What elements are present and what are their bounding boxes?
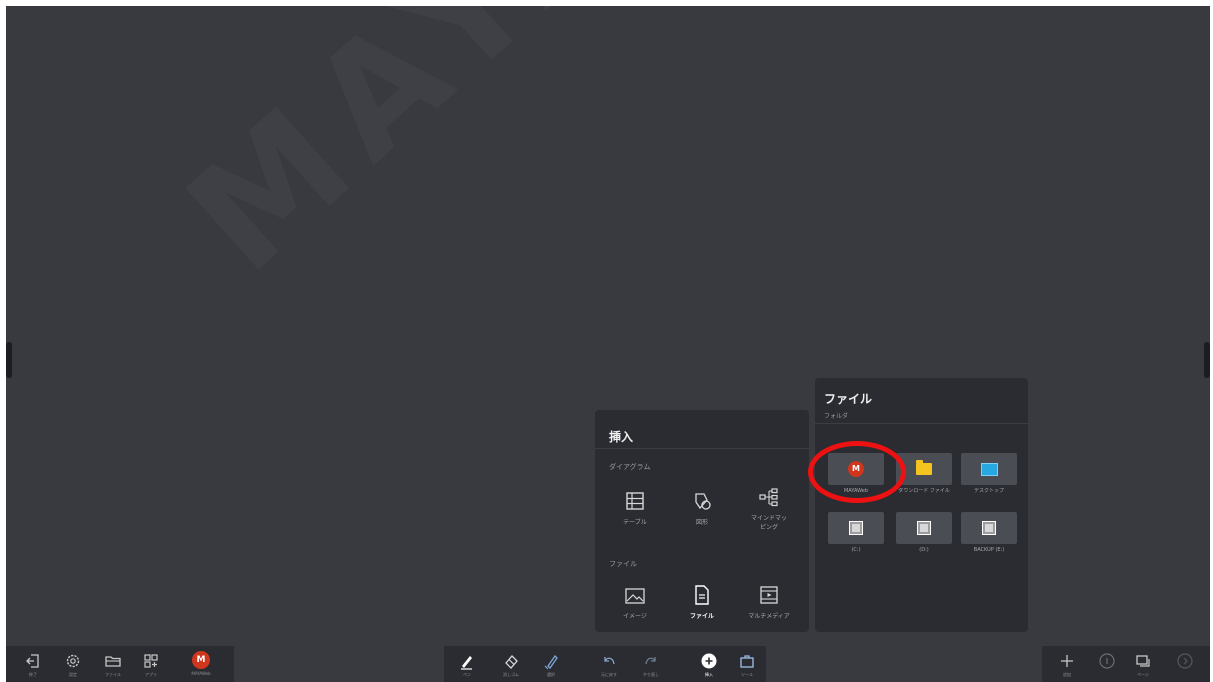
apps-label: アプリ <box>145 672 157 677</box>
redo-icon <box>645 657 656 665</box>
insert-label: 挿入 <box>705 672 713 677</box>
folder-tile-mayaweb[interactable]: M MAYAWeb <box>827 453 885 499</box>
toolbox-button[interactable]: ツール <box>732 646 762 682</box>
document-icon <box>695 585 709 605</box>
divider <box>595 448 809 449</box>
pages-button[interactable]: ページ <box>1128 646 1158 682</box>
drive-tile-d[interactable]: (D:) <box>895 512 953 558</box>
settings-label: 設定 <box>69 672 77 677</box>
insert-image-label: イメージ <box>623 613 647 620</box>
pen-tool-button[interactable]: ペン <box>452 646 482 682</box>
insert-file-button[interactable]: ファイル <box>672 584 732 621</box>
file-browser-panel: ファイル フォルダ M MAYAWeb ダウンロード ファイル デスクトップ (… <box>815 378 1028 632</box>
settings-button[interactable]: 設定 <box>58 646 88 682</box>
pen-label: ペン <box>463 672 471 677</box>
toolbox-icon <box>740 655 754 668</box>
table-icon <box>626 492 644 510</box>
file-section-label: ファイル <box>609 560 637 568</box>
files-button[interactable]: ファイル <box>98 646 128 682</box>
file-panel-title: ファイル <box>824 392 873 406</box>
select-label: 選択 <box>547 672 555 677</box>
drive-tile-label: BACKUP (E:) <box>973 547 1005 553</box>
folder-icon <box>916 460 932 475</box>
insert-file-label: ファイル <box>689 613 714 620</box>
eraser-tool-button[interactable]: 消しゴム <box>496 646 526 682</box>
eraser-label: 消しゴム <box>503 672 519 677</box>
insert-shape-button[interactable]: 図形 <box>672 490 732 527</box>
add-page-button[interactable]: 追加 <box>1052 646 1082 682</box>
plus-circle-icon <box>701 653 717 669</box>
page-indicator-icon <box>1099 653 1115 669</box>
eraser-icon <box>505 655 518 669</box>
video-icon <box>760 586 778 604</box>
maya-logo-icon: M <box>848 461 864 477</box>
folder-tile-desktop[interactable]: デスクトップ <box>960 453 1018 499</box>
mindmap-icon <box>759 488 778 507</box>
insert-mindmap-button[interactable]: マインドマッ ピング <box>739 486 799 532</box>
insert-shape-label: 図形 <box>695 519 708 526</box>
insert-multimedia-label: マルチメディア <box>748 613 790 620</box>
exit-icon <box>26 654 39 668</box>
drive-tile-c[interactable]: (C:) <box>827 512 885 558</box>
exit-label: 終了 <box>29 672 37 677</box>
drive-icon <box>982 521 996 535</box>
watermark: MAYA ST <box>156 6 904 305</box>
undo-button[interactable]: 元に戻す <box>594 646 624 682</box>
add-page-label: 追加 <box>1063 672 1071 677</box>
bottom-left-toolbar: 終了 設定 ファイル アプリ M MAYAWeb <box>6 646 234 682</box>
maya-logo-icon: M <box>192 651 210 669</box>
drive-icon <box>917 521 931 535</box>
diagram-section-label: ダイアグラム <box>609 463 651 471</box>
pen-icon <box>461 656 472 670</box>
gear-icon <box>66 654 80 668</box>
select-icon <box>544 654 558 670</box>
insert-button[interactable]: 挿入 <box>694 646 724 682</box>
insert-table-button[interactable]: テーブル <box>605 490 665 527</box>
insert-table-label: テーブル <box>623 519 647 526</box>
redo-label: やり直し <box>643 672 659 677</box>
drive-tile-label: (C:) <box>851 547 861 553</box>
exit-button[interactable]: 終了 <box>18 646 48 682</box>
insert-multimedia-button[interactable]: マルチメディア <box>739 584 799 621</box>
folder-tile-label: デスクトップ <box>973 488 1004 494</box>
bottom-center-toolbar: ペン 消しゴム 選択 元に戻す やり直し 挿入 ツール <box>444 646 766 682</box>
pages-icon <box>1136 655 1150 667</box>
drive-tile-e[interactable]: BACKUP (E:) <box>960 512 1018 558</box>
next-page-icon <box>1177 653 1193 669</box>
folder-tile-label: MAYAWeb <box>843 488 869 494</box>
folder-icon <box>105 656 121 667</box>
add-page-icon <box>1061 655 1073 667</box>
drive-icon <box>849 521 863 535</box>
redo-button[interactable]: やり直し <box>636 646 666 682</box>
divider <box>815 423 1028 424</box>
folder-tile-label: ダウンロード ファイル <box>898 488 950 494</box>
apps-button[interactable]: アプリ <box>136 646 166 682</box>
drive-tile-label: (D:) <box>919 547 929 553</box>
undo-label: 元に戻す <box>601 672 617 677</box>
insert-panel-title: 挿入 <box>609 430 634 444</box>
right-edge-handle[interactable] <box>1204 342 1210 378</box>
insert-panel: 挿入 ダイアグラム テーブル 図形 マインドマッ ピング ファイル イメージ フ… <box>595 410 809 632</box>
mayaweb-label: MAYAWeb <box>191 671 211 676</box>
image-icon <box>625 588 645 604</box>
shapes-icon <box>695 493 711 510</box>
file-panel-subtitle: フォルダ <box>824 413 849 420</box>
mayaweb-button[interactable]: M MAYAWeb <box>186 646 216 682</box>
monitor-icon <box>980 462 998 476</box>
undo-icon <box>604 657 615 665</box>
insert-mindmap-label: マインドマッ ピング <box>750 515 787 531</box>
page-indicator[interactable] <box>1092 646 1122 682</box>
bottom-right-toolbar: 追加 ページ <box>1042 646 1210 682</box>
insert-image-button[interactable]: イメージ <box>605 586 665 621</box>
apps-icon <box>144 654 158 668</box>
toolbox-label: ツール <box>741 672 753 677</box>
pages-label: ページ <box>1137 672 1149 677</box>
folder-tile-downloads[interactable]: ダウンロード ファイル <box>895 453 953 499</box>
next-page-button[interactable] <box>1170 646 1200 682</box>
select-tool-button[interactable]: 選択 <box>536 646 566 682</box>
files-label: ファイル <box>105 672 121 677</box>
left-edge-handle[interactable] <box>6 342 12 378</box>
